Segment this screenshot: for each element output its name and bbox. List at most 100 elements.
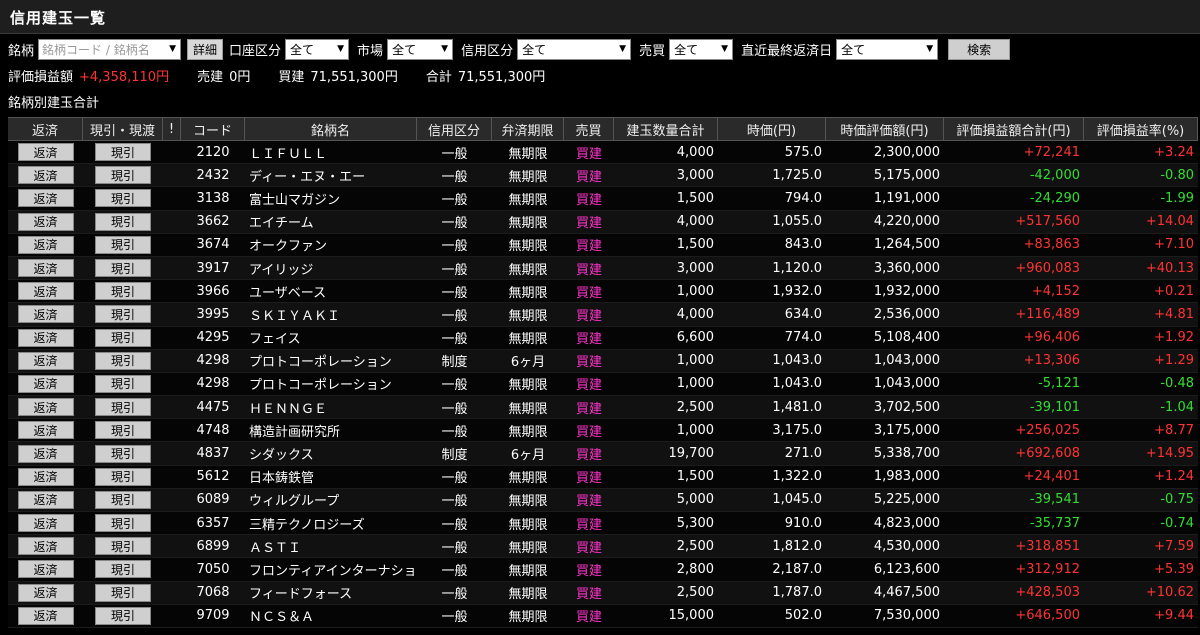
repay-button[interactable]: 返済 bbox=[17, 514, 74, 533]
genbiki-button[interactable]: 現引 bbox=[95, 351, 151, 370]
sell-label: 売建 bbox=[197, 69, 224, 85]
total-value: 71,551,300円 bbox=[457, 69, 546, 85]
repay-button[interactable]: 返済 bbox=[17, 467, 74, 486]
rate-cell: -1.99 bbox=[1160, 190, 1194, 206]
repay-button[interactable]: 返済 bbox=[17, 421, 74, 440]
genbiki-button[interactable]: 現引 bbox=[95, 374, 151, 393]
repay-button[interactable]: 返済 bbox=[17, 560, 74, 579]
repay-button[interactable]: 返済 bbox=[17, 490, 74, 509]
meigara-input[interactable]: 銘柄コード / 銘柄名 ▼ bbox=[38, 38, 182, 60]
code-cell: 2432 bbox=[196, 167, 230, 183]
repay-button[interactable]: 返済 bbox=[17, 583, 74, 602]
pl-cell: +4,152 bbox=[1031, 283, 1080, 299]
genbiki-button[interactable]: 現引 bbox=[95, 398, 151, 417]
genbiki-button[interactable]: 現引 bbox=[95, 305, 151, 324]
repay-button[interactable]: 返済 bbox=[17, 606, 74, 625]
repay-button[interactable]: 返済 bbox=[17, 374, 74, 393]
due-select[interactable]: 全て ▼ bbox=[836, 38, 939, 60]
header-repay: 返済 bbox=[8, 118, 83, 140]
repay-button[interactable]: 返済 bbox=[17, 235, 74, 254]
credit-cell: 制度 bbox=[441, 448, 468, 464]
price-cell: 910.0 bbox=[784, 515, 822, 531]
repay-button[interactable]: 返済 bbox=[17, 143, 74, 162]
alert-cell bbox=[163, 419, 181, 441]
table-row: 返済 現引 6899 ＡＳＴＩ 一般 無期限 買建 2,500 1,812.0 4,530,000… bbox=[8, 535, 1198, 559]
alert-cell bbox=[163, 234, 181, 256]
repay-button[interactable]: 返済 bbox=[17, 259, 74, 278]
detail-button[interactable]: 詳細 bbox=[187, 38, 224, 60]
genbiki-button[interactable]: 現引 bbox=[95, 166, 151, 185]
credit-select[interactable]: 全て ▼ bbox=[517, 38, 632, 60]
header-side: 売買 bbox=[564, 118, 614, 140]
name-cell: エイチーム bbox=[249, 216, 314, 232]
pl-cell: +318,851 bbox=[1015, 538, 1080, 554]
genbiki-button[interactable]: 現引 bbox=[95, 212, 151, 231]
code-cell: 6899 bbox=[196, 538, 230, 554]
rate-cell: +14.04 bbox=[1145, 214, 1194, 230]
genbiki-button[interactable]: 現引 bbox=[95, 328, 151, 347]
genbiki-button[interactable]: 現引 bbox=[95, 421, 151, 440]
code-cell: 7050 bbox=[196, 561, 230, 577]
genbiki-button[interactable]: 現引 bbox=[95, 537, 151, 556]
filter-bar: 銘柄 銘柄コード / 銘柄名 ▼ 詳細 口座区分 全て ▼ 市場 全て ▼ 信用… bbox=[8, 38, 1198, 60]
repay-button[interactable]: 返済 bbox=[17, 328, 74, 347]
pl-cell: -39,101 bbox=[1029, 399, 1080, 415]
genbiki-button[interactable]: 現引 bbox=[95, 189, 151, 208]
name-cell: フィードフォース bbox=[249, 587, 353, 603]
side-cell: 買建 bbox=[575, 424, 602, 440]
name-cell: ＡＳＴＩ bbox=[249, 540, 302, 556]
search-button[interactable]: 検索 bbox=[948, 38, 1011, 60]
qty-cell: 2,500 bbox=[676, 399, 714, 415]
due-cell: 無期限 bbox=[508, 169, 548, 185]
repay-button[interactable]: 返済 bbox=[17, 212, 74, 231]
name-cell: ディー・エヌ・エー bbox=[249, 169, 366, 185]
pl-cell: -35,737 bbox=[1029, 515, 1080, 531]
due-cell: 無期限 bbox=[508, 192, 548, 208]
code-cell: 6357 bbox=[196, 515, 230, 531]
repay-button[interactable]: 返済 bbox=[17, 351, 74, 370]
genbiki-button[interactable]: 現引 bbox=[95, 143, 151, 162]
qty-cell: 1,500 bbox=[676, 190, 714, 206]
genbiki-button[interactable]: 現引 bbox=[95, 514, 151, 533]
genbiki-button[interactable]: 現引 bbox=[95, 490, 151, 509]
genbiki-button[interactable]: 現引 bbox=[95, 444, 151, 463]
genbiki-button[interactable]: 現引 bbox=[95, 560, 151, 579]
market-select[interactable]: 全て ▼ bbox=[387, 38, 454, 60]
side-select[interactable]: 全て ▼ bbox=[669, 38, 734, 60]
side-cell: 買建 bbox=[575, 378, 602, 394]
repay-button[interactable]: 返済 bbox=[17, 282, 74, 301]
repay-button[interactable]: 返済 bbox=[17, 398, 74, 417]
repay-button[interactable]: 返済 bbox=[17, 166, 74, 185]
genbiki-button[interactable]: 現引 bbox=[95, 467, 151, 486]
table-row: 返済 現引 4475 ＨＥＮＮＧＥ 一般 無期限 買建 2,500 1,481.0 3,702,5… bbox=[8, 396, 1198, 420]
price-cell: 271.0 bbox=[784, 446, 822, 462]
code-cell: 3662 bbox=[196, 214, 230, 230]
genbiki-button[interactable]: 現引 bbox=[95, 583, 151, 602]
pl-cell: +960,083 bbox=[1015, 260, 1080, 276]
account-label: 口座区分 bbox=[229, 43, 282, 59]
genbiki-button[interactable]: 現引 bbox=[95, 235, 151, 254]
table-row: 返済 現引 5612 日本鋳鉄管 一般 無期限 買建 1,500 1,322.0 1,983,00… bbox=[8, 465, 1198, 489]
chevron-down-icon[interactable]: ▼ bbox=[169, 44, 176, 54]
qty-cell: 3,000 bbox=[676, 260, 714, 276]
table-row: 返済 現引 6357 三精テクノロジーズ 一般 無期限 買建 5,300 910.0 4,823,… bbox=[8, 512, 1198, 536]
pl-cell: -42,000 bbox=[1029, 167, 1080, 183]
repay-button[interactable]: 返済 bbox=[17, 444, 74, 463]
chevron-down-icon: ▼ bbox=[926, 43, 934, 54]
genbiki-button[interactable]: 現引 bbox=[95, 282, 151, 301]
repay-cell: 返済 bbox=[8, 419, 83, 441]
side-cell: 買建 bbox=[575, 494, 602, 510]
title-bar: 信用建玉一覧 bbox=[0, 0, 1200, 34]
genbiki-cell: 現引 bbox=[83, 582, 163, 604]
genbiki-button[interactable]: 現引 bbox=[95, 259, 151, 278]
account-select[interactable]: 全て ▼ bbox=[285, 38, 350, 60]
pl-cell: +83,863 bbox=[1023, 237, 1080, 253]
genbiki-button[interactable]: 現引 bbox=[95, 606, 151, 625]
repay-button[interactable]: 返済 bbox=[17, 305, 74, 324]
repay-button[interactable]: 返済 bbox=[17, 537, 74, 556]
value-cell: 4,823,000 bbox=[873, 515, 940, 531]
rate-cell: +4.81 bbox=[1154, 306, 1194, 322]
table-row: 返済 現引 4295 フェイス 一般 無期限 買建 6,600 774.0 5,108,400 +9… bbox=[8, 326, 1198, 350]
repay-button[interactable]: 返済 bbox=[17, 189, 74, 208]
value-cell: 1,043,000 bbox=[873, 376, 940, 392]
